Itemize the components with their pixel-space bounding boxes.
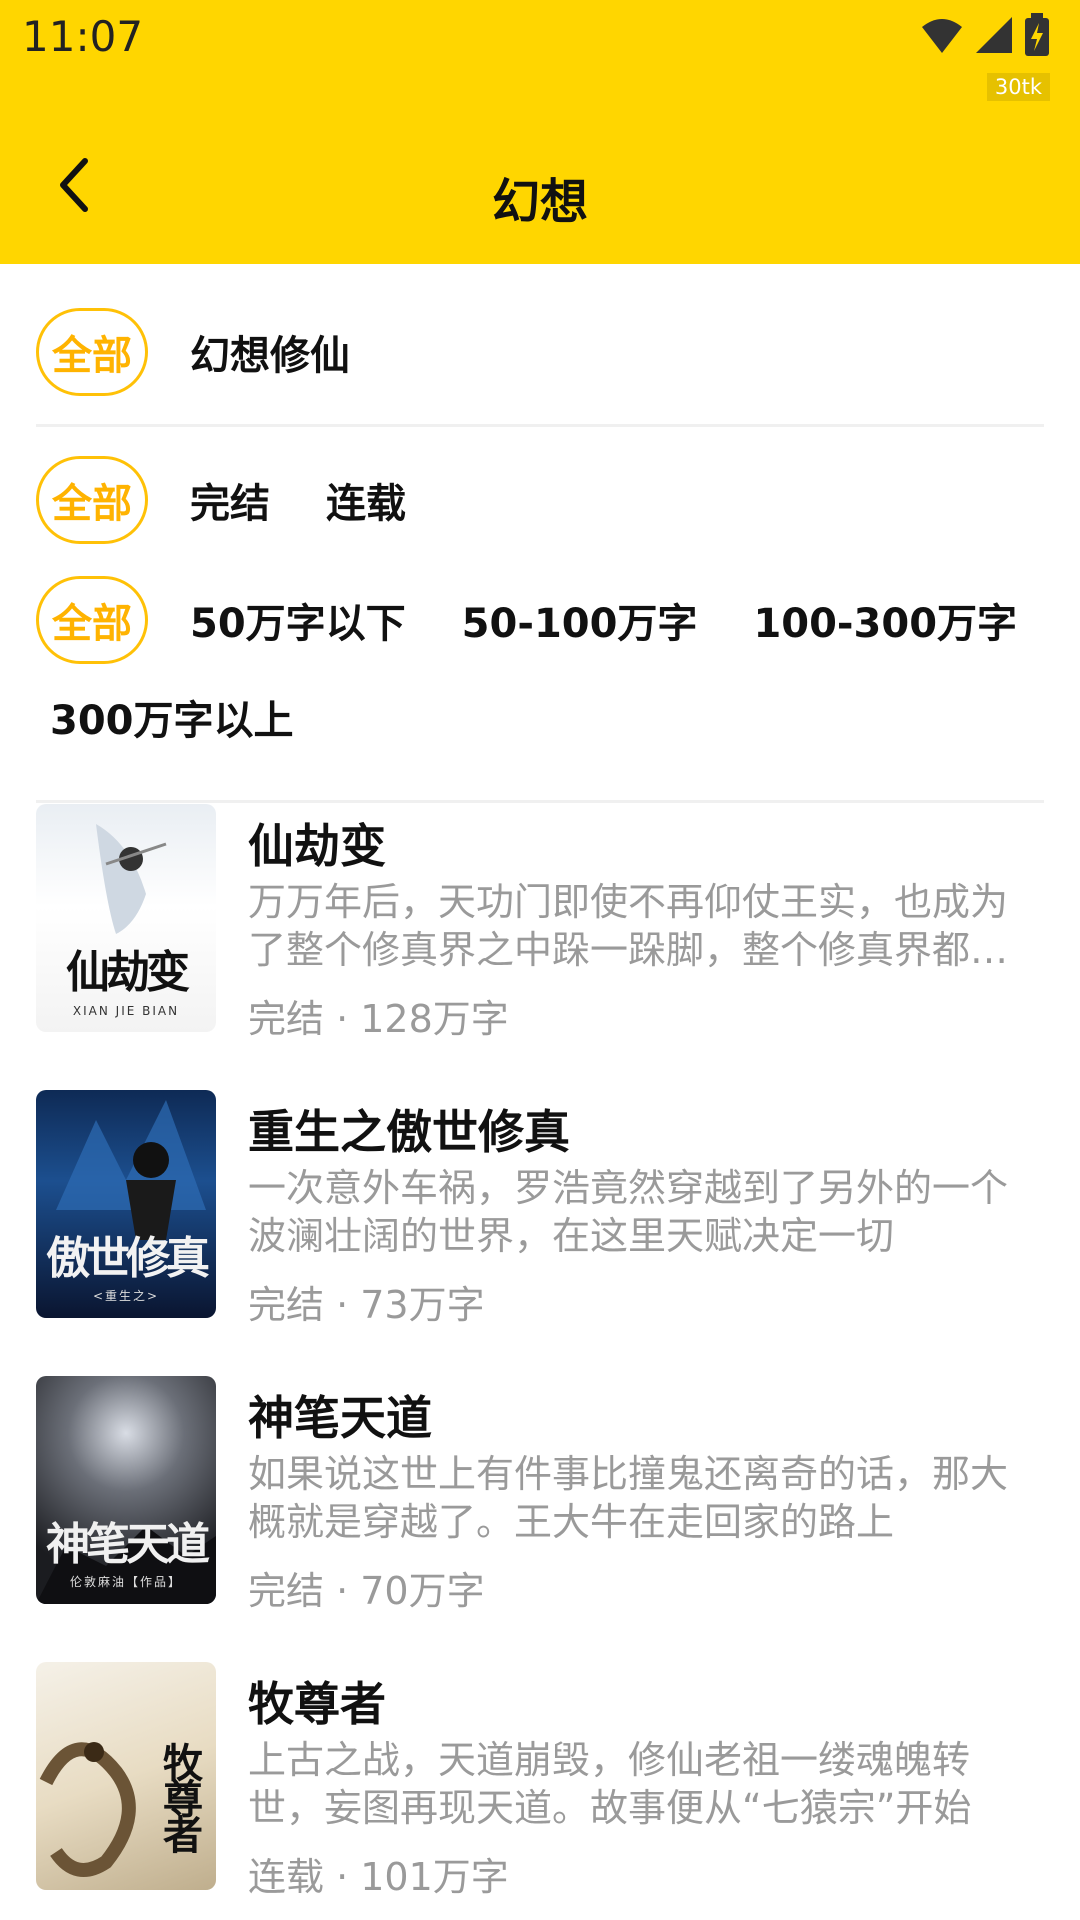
book-item[interactable]: 神笔天道 伦敦麻油【作品】 神笔天道 如果说这世上有件事比撞鬼还离奇的话，那大概…: [36, 1376, 1044, 1613]
cover-subtitle: 伦敦麻油【作品】: [69, 1575, 182, 1589]
book-description: 一次意外车祸，罗浩竟然穿越到了另外的一个波澜壮阔的世界，在这里天赋决定一切: [248, 1166, 1009, 1258]
book-meta: 完结 · 128万字: [248, 997, 509, 1041]
book-title: 牧尊者: [248, 1677, 386, 1731]
filter-divider: [36, 800, 1044, 803]
book-description: 万万年后，天功门即使不再仰仗王实，也成为了整个修真界之中跺一跺脚，整个修真界都要…: [248, 880, 1009, 972]
cover-title: 神笔天道: [46, 1519, 210, 1570]
cover-subtitle: <重生之>: [92, 1289, 160, 1303]
cover-title: 牧尊者: [156, 1742, 203, 1850]
signal-icon: [974, 15, 1014, 59]
book-item[interactable]: 牧尊者 牧尊者 上古之战，天道崩毁，修仙老祖一缕魂魄转世，妄图再现天道。故事便从…: [36, 1662, 1044, 1899]
book-item[interactable]: 仙劫变 XIAN JIE BIAN 仙劫变 万万年后，天功门即使不再仰仗王实，也…: [36, 804, 1044, 1041]
book-meta: 连载 · 101万字: [248, 1855, 509, 1899]
filter-status-option-completed[interactable]: 完结: [190, 471, 270, 529]
wifi-icon: [920, 15, 964, 59]
book-title: 仙劫变: [248, 819, 386, 873]
book-description: 上古之战，天道崩毁，修仙老祖一缕魂魄转世，妄图再现天道。故事便从“七猿宗”开始: [248, 1738, 972, 1830]
filter-row-word-count: 全部 50万字以下 50-100万字 100-300万字: [36, 576, 1044, 664]
filter-wordcount-option-4[interactable]: 300万字以上: [50, 688, 294, 746]
status-bar: 11:07 30tk: [0, 0, 1080, 110]
filter-wordcount-all-chip[interactable]: 全部: [36, 576, 148, 664]
battery-charging-icon: [1024, 13, 1050, 61]
book-item[interactable]: 傲世修真 <重生之> 重生之傲世修真 一次意外车祸，罗浩竟然穿越到了另外的一个波…: [36, 1090, 1044, 1327]
filter-row-category: 全部 幻想修仙: [36, 308, 1044, 396]
book-cover[interactable]: 仙劫变 XIAN JIE BIAN: [36, 804, 216, 1032]
filter-divider: [36, 424, 1044, 427]
filter-row-status: 全部 完结 连载: [36, 456, 1044, 544]
filter-wordcount-option-3[interactable]: 100-300万字: [753, 591, 1017, 649]
status-time: 11:07: [22, 12, 144, 61]
cover-title: 傲世修真: [46, 1233, 210, 1284]
book-cover[interactable]: 牧尊者: [36, 1662, 216, 1890]
book-cover[interactable]: 神笔天道 伦敦麻油【作品】: [36, 1376, 216, 1604]
cover-title: 仙劫变: [66, 947, 190, 998]
app-header: 幻想: [0, 110, 1080, 264]
filter-wordcount-option-1[interactable]: 50万字以下: [190, 591, 406, 649]
filter-category-all-chip[interactable]: 全部: [36, 308, 148, 396]
book-title: 神笔天道: [248, 1391, 432, 1445]
filter-wordcount-option-2[interactable]: 50-100万字: [462, 591, 698, 649]
book-meta: 完结 · 73万字: [248, 1283, 485, 1327]
book-meta: 完结 · 70万字: [248, 1569, 485, 1613]
status-badge: 30tk: [986, 73, 1050, 101]
filter-category-option[interactable]: 幻想修仙: [190, 323, 350, 381]
filter-status-all-chip[interactable]: 全部: [36, 456, 148, 544]
status-icons: [920, 12, 1050, 62]
filter-status-option-ongoing[interactable]: 连载: [326, 471, 406, 529]
book-cover[interactable]: 傲世修真 <重生之>: [36, 1090, 216, 1318]
book-title: 重生之傲世修真: [248, 1105, 570, 1159]
page-title: 幻想: [491, 174, 588, 230]
cover-subtitle: XIAN JIE BIAN: [72, 1004, 180, 1018]
book-description: 如果说这世上有件事比撞鬼还离奇的话，那大概就是穿越了。王大牛在走回家的路上: [248, 1452, 1009, 1544]
